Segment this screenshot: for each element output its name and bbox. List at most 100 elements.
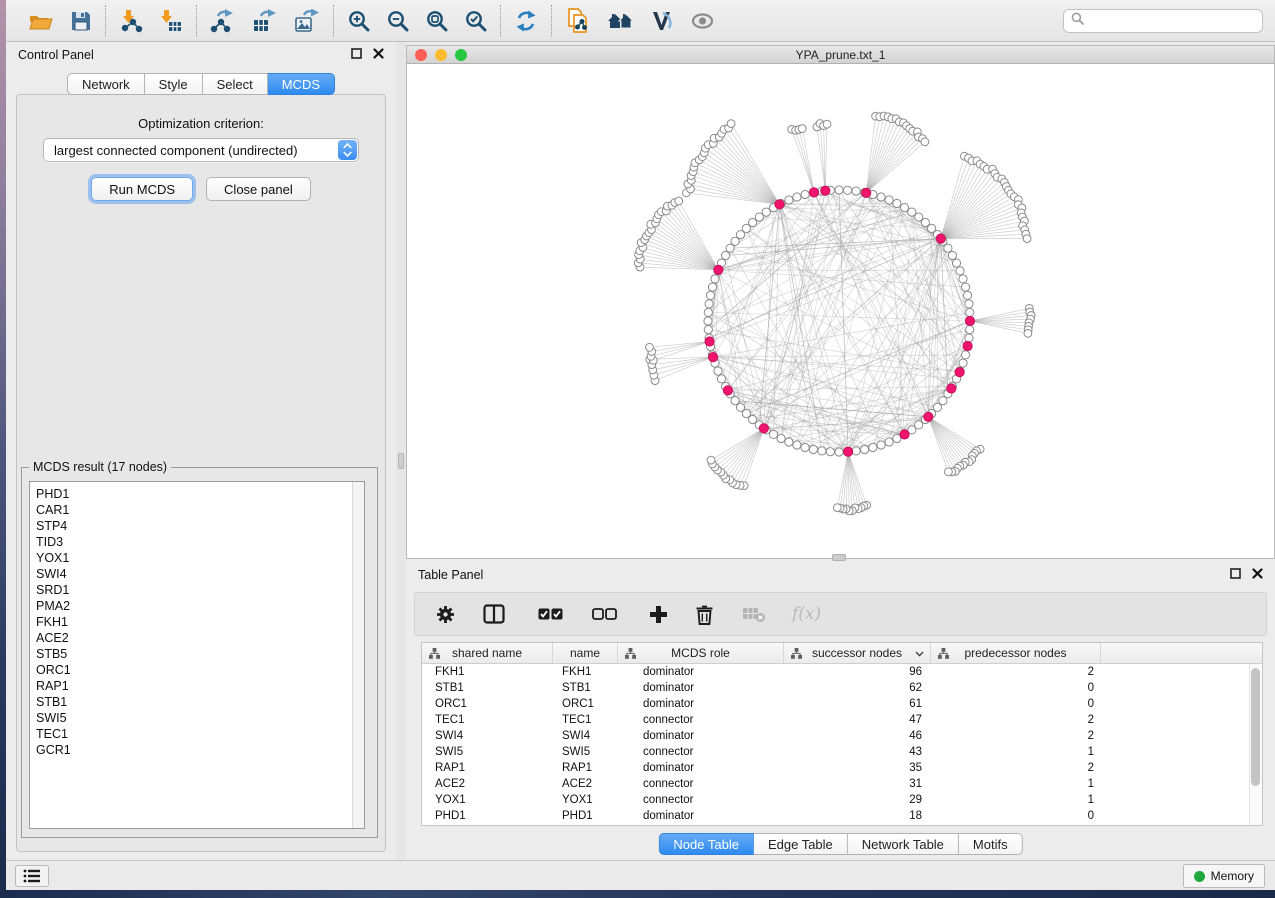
network-node[interactable]: [952, 259, 960, 267]
mcds-hub-node[interactable]: [924, 412, 933, 421]
mcds-hub-node[interactable]: [947, 384, 956, 393]
network-node[interactable]: [893, 199, 901, 207]
network-node[interactable]: [833, 504, 841, 512]
export-table-icon[interactable]: [252, 9, 278, 33]
tab-mcds[interactable]: MCDS: [268, 73, 335, 95]
search-box[interactable]: [1063, 9, 1263, 33]
network-node[interactable]: [944, 244, 952, 252]
table-row[interactable]: FKH1FKH1dominator962: [422, 664, 1262, 680]
network-node[interactable]: [921, 138, 929, 146]
eye-icon[interactable]: [690, 10, 715, 32]
mcds-result-list[interactable]: PHD1CAR1STP4TID3YOX1SWI4SRD1PMA2FKH1ACE2…: [29, 481, 365, 829]
mcds-result-item[interactable]: SWI5: [36, 710, 364, 726]
table-row[interactable]: SWI5SWI5connector431: [422, 744, 1262, 760]
network-node[interactable]: [711, 275, 719, 283]
network-node[interactable]: [705, 300, 713, 308]
network-node[interactable]: [706, 291, 714, 299]
select-all-rows-icon[interactable]: [538, 608, 563, 621]
table-row[interactable]: YOX1YOX1connector291: [422, 792, 1262, 808]
table-row[interactable]: STB1STB1dominator620: [422, 680, 1262, 696]
vertical-splitter[interactable]: [396, 42, 406, 860]
network-node[interactable]: [704, 317, 712, 325]
network-node[interactable]: [823, 120, 831, 128]
mcds-result-item[interactable]: ACE2: [36, 630, 364, 646]
network-node[interactable]: [852, 447, 860, 455]
network-node[interactable]: [704, 326, 712, 334]
splitter-handle[interactable]: [398, 453, 404, 469]
mcds-list-scrollbar[interactable]: [352, 482, 364, 828]
table-row[interactable]: ORC1ORC1dominator610: [422, 696, 1262, 712]
tab-select[interactable]: Select: [203, 73, 268, 95]
network-node[interactable]: [885, 438, 893, 446]
network-node[interactable]: [704, 308, 712, 316]
network-node[interactable]: [861, 445, 869, 453]
tab-node-table[interactable]: Node Table: [658, 833, 754, 855]
network-node[interactable]: [961, 351, 969, 359]
copy-network-icon[interactable]: [565, 8, 591, 34]
import-network-icon[interactable]: [119, 9, 143, 33]
network-node[interactable]: [727, 120, 735, 128]
network-node[interactable]: [646, 343, 654, 351]
mcds-result-item[interactable]: SWI4: [36, 566, 364, 582]
network-node[interactable]: [809, 445, 817, 453]
delete-row-icon[interactable]: [695, 604, 714, 625]
network-node[interactable]: [959, 359, 967, 367]
network-node[interactable]: [785, 196, 793, 204]
mcds-hub-node[interactable]: [709, 353, 718, 362]
mcds-result-item[interactable]: FKH1: [36, 614, 364, 630]
network-node[interactable]: [818, 447, 826, 455]
show-columns-icon[interactable]: [483, 604, 505, 624]
zoom-selected-icon[interactable]: [464, 9, 487, 32]
table-scrollbar-thumb[interactable]: [1251, 668, 1260, 786]
network-node[interactable]: [961, 283, 969, 291]
network-node[interactable]: [885, 196, 893, 204]
close-panel-icon[interactable]: [373, 48, 384, 62]
mcds-result-item[interactable]: RAP1: [36, 678, 364, 694]
column-header-name[interactable]: name: [553, 643, 618, 663]
mcds-result-item[interactable]: YOX1: [36, 550, 364, 566]
network-node[interactable]: [965, 300, 973, 308]
mcds-hub-node[interactable]: [900, 430, 909, 439]
table-row[interactable]: ACE2ACE2connector311: [422, 776, 1262, 792]
close-window-icon[interactable]: [415, 49, 427, 61]
network-node[interactable]: [793, 441, 801, 449]
criterion-select[interactable]: largest connected component (undirected): [43, 138, 359, 162]
network-node[interactable]: [963, 291, 971, 299]
memory-button[interactable]: Memory: [1183, 864, 1265, 888]
network-node[interactable]: [844, 186, 852, 194]
network-node[interactable]: [801, 190, 809, 198]
network-node[interactable]: [966, 326, 974, 334]
export-image-icon[interactable]: [294, 9, 320, 33]
mcds-result-item[interactable]: TID3: [36, 534, 364, 550]
mcds-hub-node[interactable]: [862, 188, 871, 197]
mcds-hub-node[interactable]: [723, 386, 732, 395]
float-panel-icon[interactable]: [1230, 568, 1241, 582]
refresh-icon[interactable]: [514, 9, 538, 33]
zoom-out-icon[interactable]: [386, 9, 409, 32]
network-node[interactable]: [877, 441, 885, 449]
network-node[interactable]: [966, 308, 974, 316]
settings-gear-icon[interactable]: [435, 604, 456, 625]
column-header-shared-name[interactable]: shared name: [422, 643, 553, 663]
mcds-hub-node[interactable]: [775, 200, 784, 209]
table-row[interactable]: SWI4SWI4dominator462: [422, 728, 1262, 744]
horizontal-splitter-handle[interactable]: [832, 554, 846, 561]
mcds-hub-node[interactable]: [714, 265, 723, 274]
mcds-result-item[interactable]: PMA2: [36, 598, 364, 614]
network-node[interactable]: [714, 367, 722, 375]
export-network-icon[interactable]: [210, 9, 236, 33]
network-node[interactable]: [959, 275, 967, 283]
network-node[interactable]: [707, 456, 715, 464]
network-node[interactable]: [785, 438, 793, 446]
network-node[interactable]: [900, 204, 908, 212]
table-scrollbar[interactable]: [1249, 664, 1262, 825]
mcds-result-item[interactable]: GCR1: [36, 742, 364, 758]
table-row[interactable]: RAP1RAP1dominator352: [422, 760, 1262, 776]
close-panel-icon[interactable]: [1252, 568, 1263, 582]
table-row[interactable]: PHD1PHD1dominator180: [422, 808, 1262, 824]
network-node[interactable]: [1024, 329, 1032, 337]
network-canvas[interactable]: [407, 65, 1274, 558]
mcds-hub-node[interactable]: [821, 186, 830, 195]
tab-style[interactable]: Style: [145, 73, 203, 95]
network-node[interactable]: [717, 375, 725, 383]
